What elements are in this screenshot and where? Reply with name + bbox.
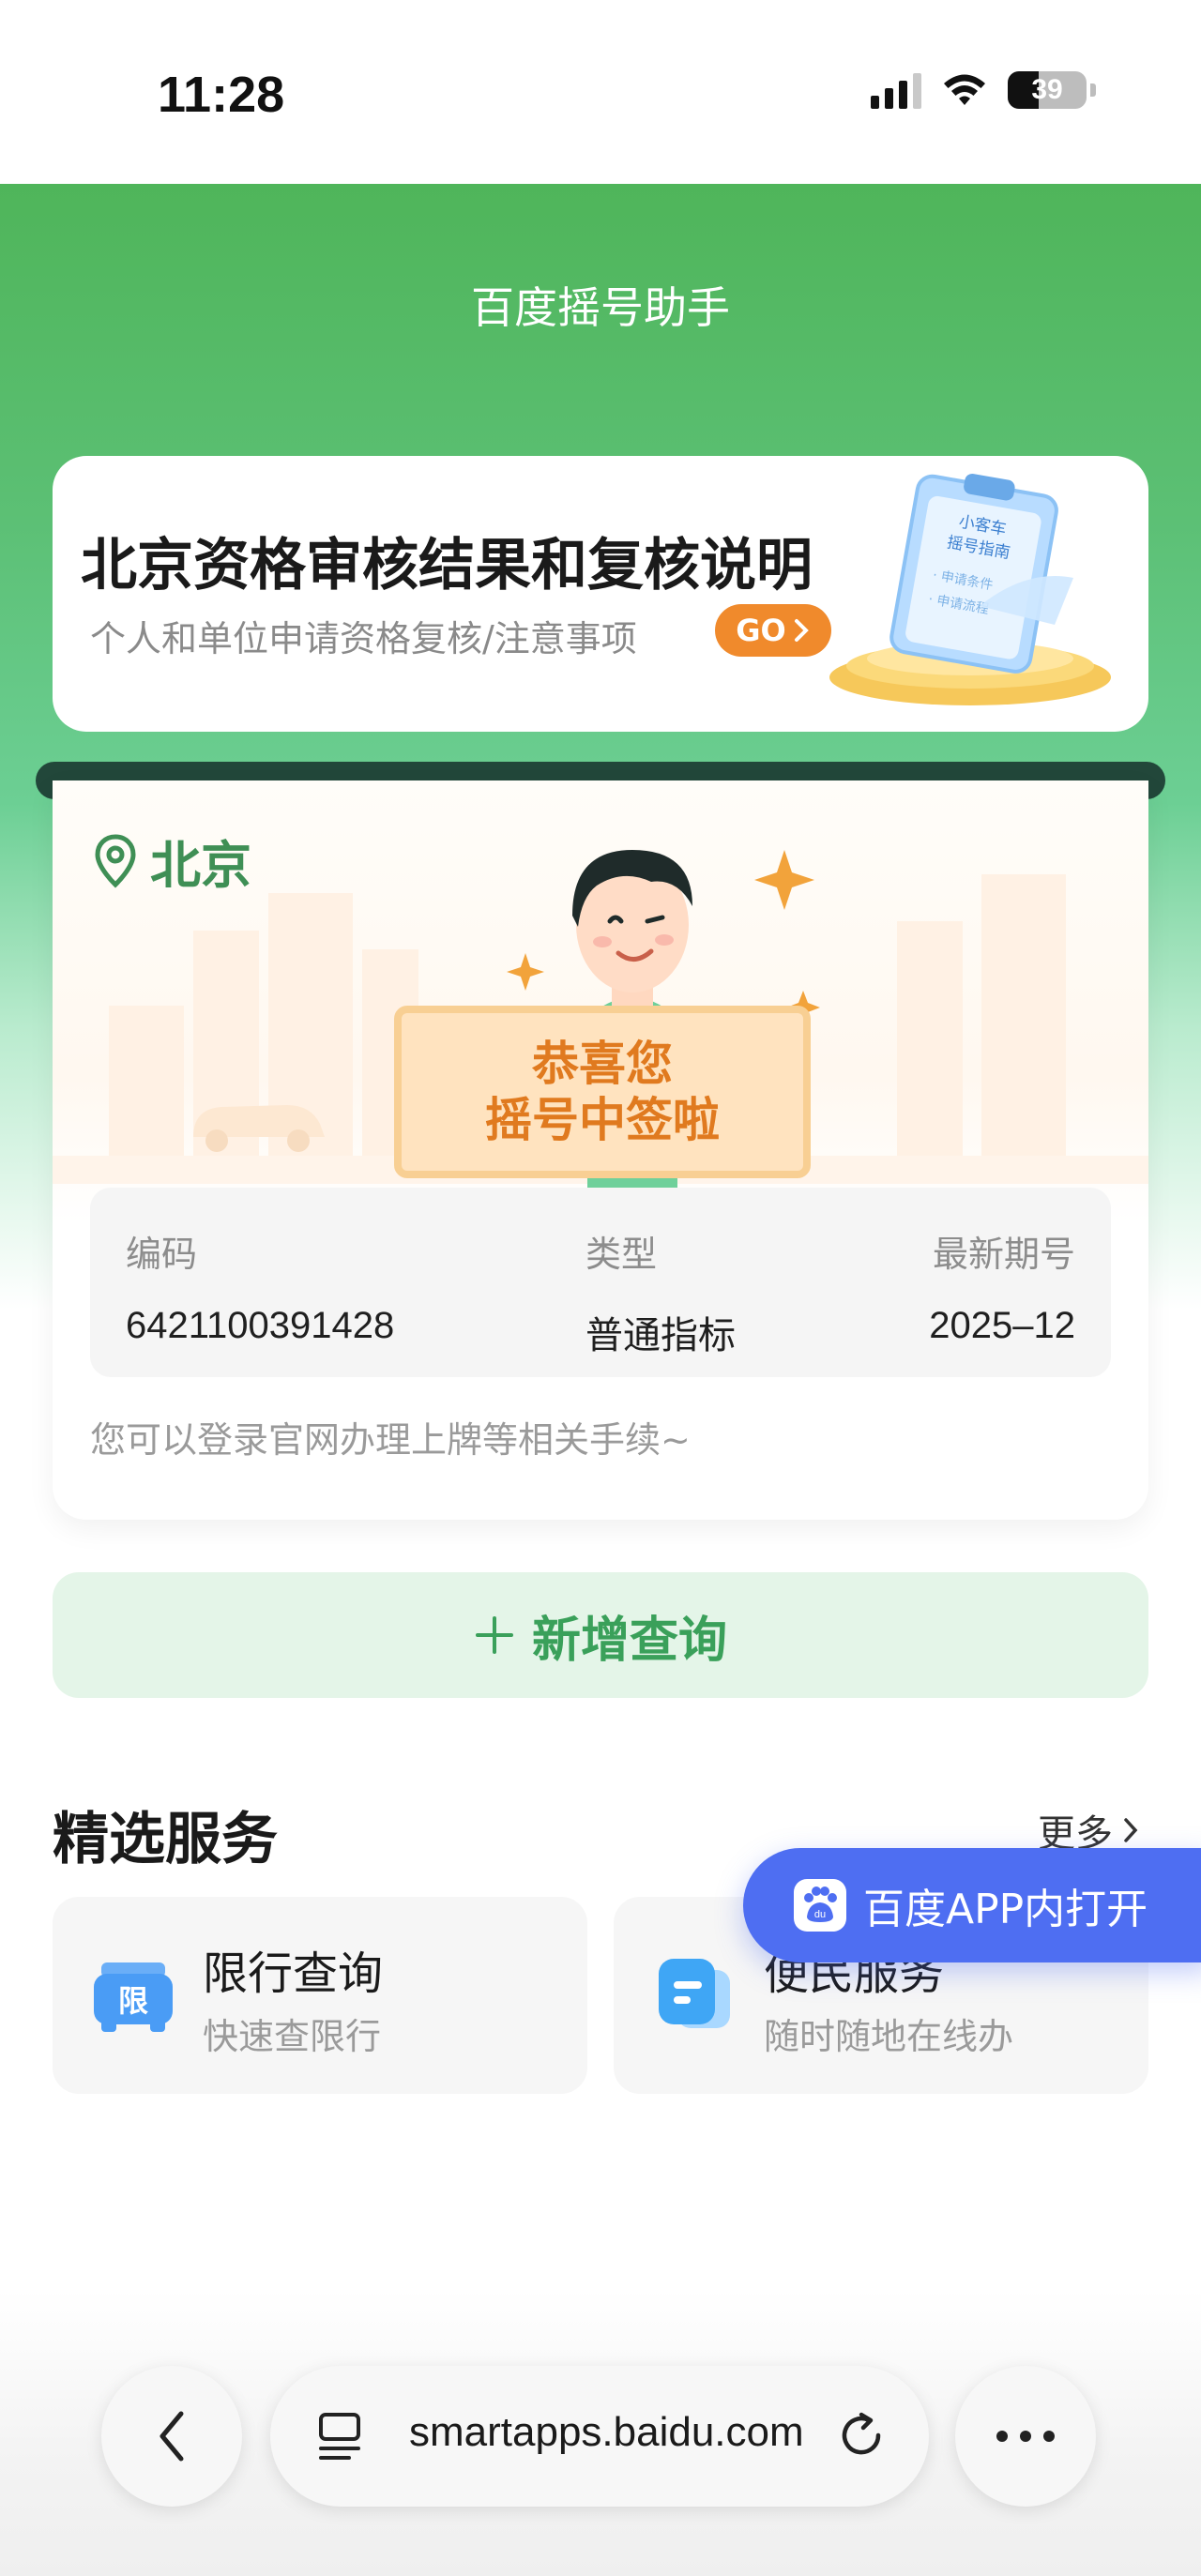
- info-value: 2025–12: [929, 1305, 1075, 1346]
- convenience-service-icon: [659, 1959, 730, 2028]
- battery-cap: [1090, 83, 1096, 97]
- banner-subtitle: 个人和单位申请资格复核/注意事项: [90, 618, 637, 659]
- battery-percentage: 39: [1031, 74, 1063, 105]
- lottery-result-card: 北京 恭喜您 摇号中签啦 编码 6421100391428 类型 普通指标 最新…: [53, 780, 1148, 1520]
- url-text: smartapps.baidu.com: [409, 2409, 804, 2455]
- city-name: 北京: [150, 836, 251, 895]
- open-in-baidu-app-button[interactable]: du 百度APP内打开: [743, 1848, 1201, 1962]
- info-code: 编码 6421100391428: [126, 1225, 394, 1347]
- info-label: 最新期号: [932, 1234, 1075, 1275]
- service-subtitle: 随时随地在线办: [764, 2016, 1014, 2057]
- reload-icon[interactable]: [833, 2407, 891, 2465]
- wifi-icon: [944, 74, 985, 105]
- address-bar[interactable]: smartapps.baidu.com: [270, 2366, 929, 2507]
- result-tip: 您可以登录官网办理上牌等相关手续~: [90, 1419, 691, 1461]
- chevron-left-icon: [160, 2411, 184, 2462]
- info-period: 最新期号 2025–12: [929, 1225, 1075, 1347]
- plus-icon: [475, 1616, 513, 1654]
- status-time: 11:28: [158, 67, 285, 123]
- baidu-paw-icon: du: [794, 1879, 846, 1932]
- sign-line-2: 摇号中签啦: [485, 1093, 720, 1147]
- info-type: 类型 普通指标: [585, 1225, 736, 1359]
- guide-banner[interactable]: 北京资格审核结果和复核说明 个人和单位申请资格复核/注意事项 GO 小客车 摇号…: [53, 456, 1148, 732]
- banner-title: 北京资格审核结果和复核说明: [81, 533, 813, 599]
- info-value: 普通指标: [585, 1314, 736, 1357]
- cellular-signal-icon: [871, 71, 921, 109]
- go-label: GO: [736, 613, 786, 648]
- page-title: 百度摇号助手: [471, 282, 730, 333]
- service-subtitle: 快速查限行: [203, 2016, 382, 2057]
- service-title: 限行查询: [203, 1947, 384, 2000]
- info-label: 类型: [585, 1234, 658, 1275]
- battery-icon: 39: [1008, 71, 1087, 109]
- status-bar: 11:28 39: [0, 0, 1201, 184]
- restriction-glyph: 限: [118, 1983, 148, 2019]
- car-restriction-icon: 限: [94, 1962, 173, 2032]
- add-query-label: 新增查询: [531, 1612, 727, 1669]
- services-title: 精选服务: [53, 1807, 278, 1872]
- info-label: 编码: [126, 1234, 198, 1275]
- location[interactable]: 北京: [94, 824, 251, 898]
- service-card-traffic-restriction[interactable]: 限 限行查询 快速查限行: [53, 1897, 587, 2094]
- more-options-button[interactable]: [955, 2366, 1096, 2507]
- congrats-sign: 恭喜您 摇号中签啦: [394, 1006, 811, 1178]
- status-icons: 39: [871, 71, 1096, 109]
- chevron-right-icon: [794, 619, 809, 642]
- info-value: 6421100391428: [126, 1305, 395, 1346]
- back-button[interactable]: [101, 2366, 242, 2507]
- clipboard-illustration-icon: 小客车 摇号指南 · 申请条件 · 申请流程: [829, 473, 1111, 705]
- chevron-right-icon: [1124, 1818, 1138, 1842]
- location-pin-icon: [95, 833, 136, 887]
- add-query-button[interactable]: 新增查询: [53, 1572, 1148, 1698]
- du-glyph: du: [814, 1909, 826, 1920]
- page-menu-icon: [319, 2413, 360, 2460]
- open-app-label: 百度APP内打开: [863, 1886, 1148, 1933]
- sign-line-1: 恭喜您: [532, 1037, 673, 1091]
- ellipsis-icon: [996, 2431, 1055, 2442]
- result-info-box: 编码 6421100391428 类型 普通指标 最新期号 2025–12: [90, 1188, 1111, 1377]
